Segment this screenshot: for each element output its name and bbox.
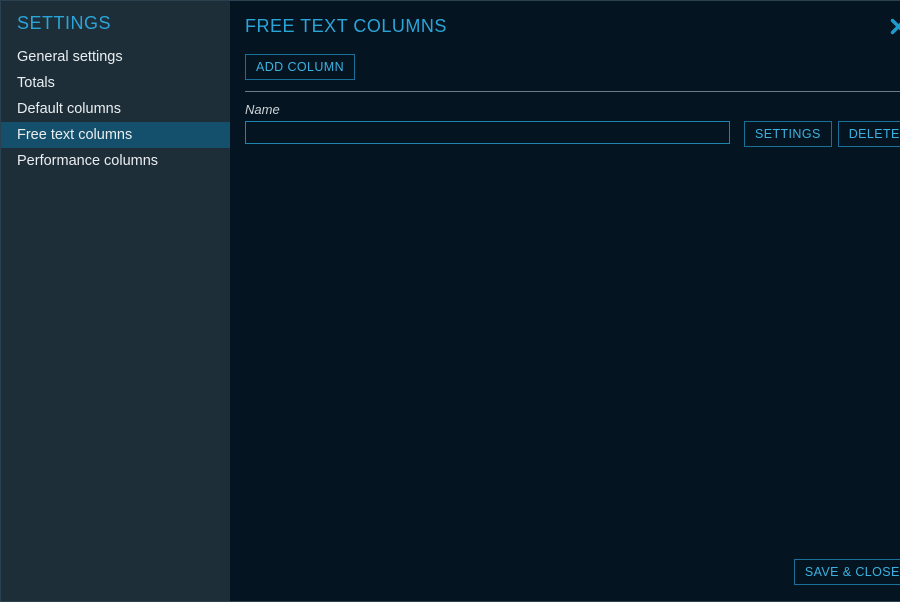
main-header: FREE TEXT COLUMNS bbox=[245, 14, 900, 39]
content-spacer bbox=[245, 147, 900, 559]
sidebar-item-free-text-columns[interactable]: Free text columns bbox=[1, 122, 230, 148]
add-column-button[interactable]: ADD COLUMN bbox=[245, 54, 355, 80]
sidebar-item-general-settings[interactable]: General settings bbox=[1, 44, 230, 70]
close-button[interactable] bbox=[886, 14, 900, 39]
sidebar-item-totals[interactable]: Totals bbox=[1, 70, 230, 96]
name-label: Name bbox=[245, 102, 900, 117]
sidebar-title: SETTINGS bbox=[1, 13, 230, 34]
sidebar-item-performance-columns[interactable]: Performance columns bbox=[1, 148, 230, 174]
save-close-button[interactable]: SAVE & CLOSE bbox=[794, 559, 900, 585]
sidebar: SETTINGS General settings Totals Default… bbox=[1, 1, 230, 601]
sidebar-item-default-columns[interactable]: Default columns bbox=[1, 96, 230, 122]
column-row: SETTINGS DELETE bbox=[245, 121, 900, 147]
sidebar-nav: General settings Totals Default columns … bbox=[1, 44, 230, 174]
close-icon bbox=[888, 25, 900, 40]
page-title: FREE TEXT COLUMNS bbox=[245, 14, 447, 37]
name-input[interactable] bbox=[245, 121, 730, 144]
settings-dialog: SETTINGS General settings Totals Default… bbox=[0, 0, 900, 602]
divider bbox=[245, 91, 900, 92]
main-panel: FREE TEXT COLUMNS ADD COLUMN Name SETTIN… bbox=[230, 1, 900, 601]
settings-button[interactable]: SETTINGS bbox=[744, 121, 832, 147]
delete-button[interactable]: DELETE bbox=[838, 121, 900, 147]
